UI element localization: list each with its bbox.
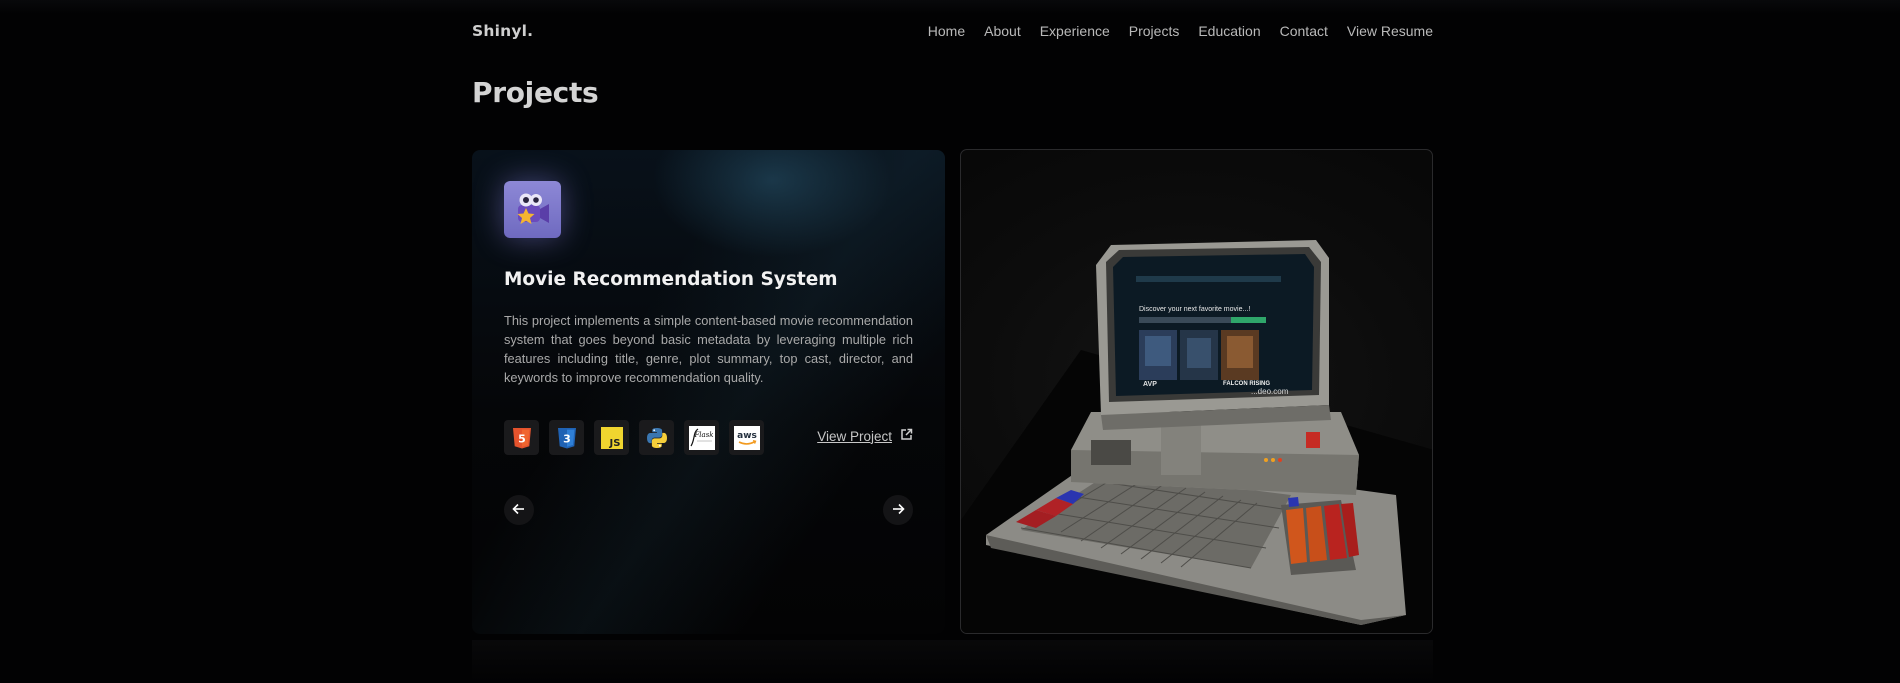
svg-text:Flask: Flask: [693, 431, 713, 439]
nav-links: Home About Experience Projects Education…: [928, 23, 1433, 39]
view-project-link[interactable]: View Project: [817, 428, 913, 444]
nav-link-contact[interactable]: Contact: [1280, 23, 1328, 39]
javascript-icon: JS: [594, 420, 629, 455]
poster-avp: AVP: [1143, 381, 1157, 388]
svg-text:JS: JS: [608, 438, 620, 449]
nav-link-home[interactable]: Home: [928, 23, 965, 39]
nav-link-view-resume[interactable]: View Resume: [1347, 23, 1433, 39]
svg-text:aws: aws: [737, 431, 757, 441]
arrow-right-icon: [891, 502, 905, 519]
nav-link-education[interactable]: Education: [1198, 23, 1260, 39]
arrow-left-icon: [512, 502, 526, 519]
next-project-button[interactable]: [883, 495, 913, 525]
css3-icon: 3: [549, 420, 584, 455]
page-title: Projects: [472, 76, 599, 109]
tech-stack: 5 3 JS Flask aws: [504, 420, 764, 455]
top-navigation: Shinyl. Home About Experience Projects E…: [472, 18, 1433, 44]
screen-headline: Discover your next favorite movie...!: [1139, 306, 1250, 313]
previous-project-button[interactable]: [504, 495, 534, 525]
project-card: Movie Recommendation System This project…: [472, 150, 945, 634]
external-link-icon: [900, 428, 913, 444]
screen-watermark: ...deo.com: [1251, 387, 1289, 396]
python-icon: [639, 420, 674, 455]
brand-logo[interactable]: Shinyl.: [472, 22, 533, 40]
project-title: Movie Recommendation System: [504, 269, 838, 290]
movie-camera-star-icon: [504, 181, 561, 238]
top-gradient: [0, 0, 1900, 14]
flask-icon: Flask: [684, 420, 719, 455]
retro-computer-model: Discover your next favorite movie...! AV…: [961, 240, 1432, 633]
bottom-fade: [472, 640, 1433, 683]
nav-link-about[interactable]: About: [984, 23, 1021, 39]
nav-link-projects[interactable]: Projects: [1129, 23, 1180, 39]
view-project-label: View Project: [817, 428, 892, 444]
aws-icon: aws: [729, 420, 764, 455]
svg-text:3: 3: [563, 432, 571, 445]
svg-text:5: 5: [518, 432, 526, 445]
3d-model-viewer[interactable]: Discover your next favorite movie...! AV…: [960, 149, 1433, 634]
html5-icon: 5: [504, 420, 539, 455]
project-description: This project implements a simple content…: [504, 313, 913, 385]
nav-link-experience[interactable]: Experience: [1040, 23, 1110, 39]
